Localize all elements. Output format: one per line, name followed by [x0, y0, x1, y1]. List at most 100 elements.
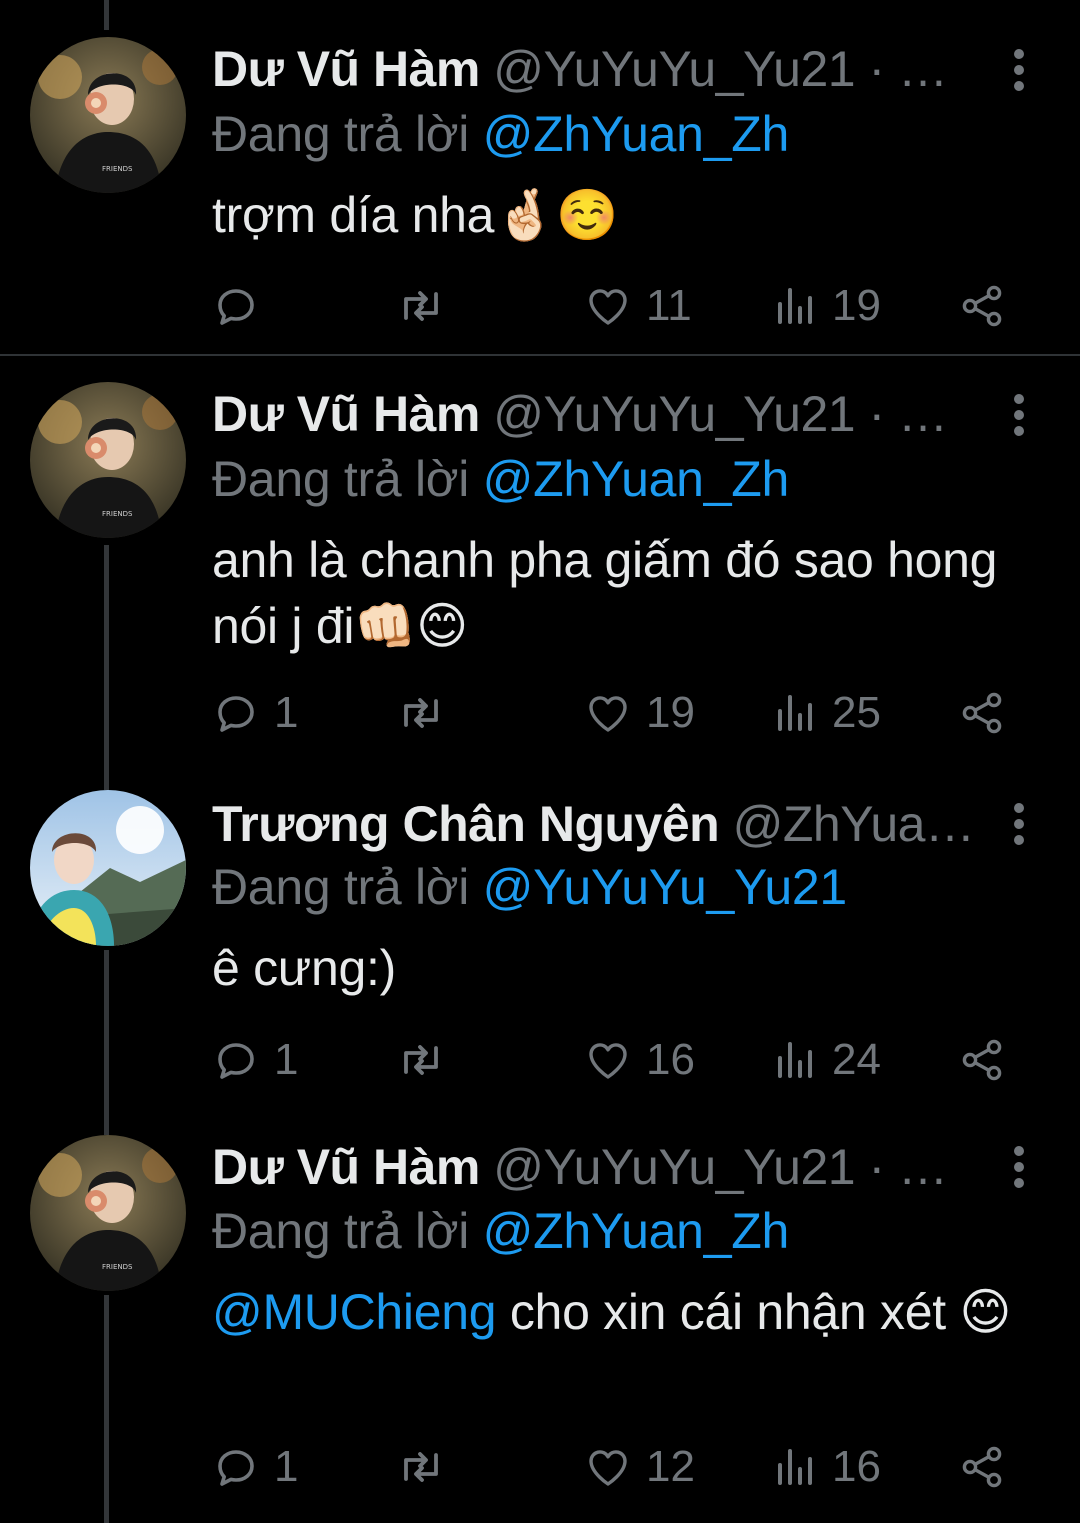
- user-handle[interactable]: @YuYuYu_Yu21 · …: [493, 41, 948, 97]
- like-button[interactable]: 19: [584, 683, 695, 743]
- action-bar: 1 12 16: [212, 1437, 1012, 1497]
- more-options-icon[interactable]: [1004, 385, 1034, 445]
- like-count: 12: [646, 1442, 695, 1491]
- views-count: 25: [832, 688, 881, 737]
- avatar[interactable]: FRIENDS: [30, 382, 186, 538]
- replying-to-label: Đang trả lời: [212, 106, 470, 162]
- heart-icon: [589, 1043, 627, 1079]
- user-handle[interactable]: @YuYuYu_Yu21 · …: [493, 1139, 948, 1195]
- display-name[interactable]: Dư Vũ Hàm: [212, 386, 480, 442]
- svg-text:FRIENDS: FRIENDS: [102, 510, 133, 518]
- views-chart-icon: [778, 1449, 812, 1485]
- reply-count: 1: [274, 1442, 299, 1491]
- replying-to-mention[interactable]: @ZhYuan_Zh: [483, 106, 790, 162]
- retweet-button[interactable]: [394, 683, 448, 743]
- action-bar: 11 19: [212, 276, 1012, 336]
- views-button[interactable]: 16: [774, 1437, 881, 1497]
- avatar[interactable]: [30, 790, 186, 946]
- share-button[interactable]: [958, 683, 1006, 743]
- avatar[interactable]: FRIENDS: [30, 1135, 186, 1291]
- action-bar: 1 19 25: [212, 683, 1012, 743]
- heart-icon: [589, 289, 627, 325]
- views-count: 16: [832, 1442, 881, 1491]
- retweet-icon: [404, 1045, 438, 1075]
- views-button[interactable]: 24: [774, 1030, 881, 1090]
- reply-icon: [218, 1450, 254, 1486]
- share-icon: [962, 692, 1002, 734]
- replying-to-mention[interactable]: @YuYuYu_Yu21: [483, 859, 847, 915]
- user-handle[interactable]: @YuYuYu_Yu21 · …: [493, 386, 948, 442]
- share-icon: [962, 1446, 1002, 1488]
- reply-icon: [218, 289, 254, 325]
- views-button[interactable]: 19: [774, 276, 881, 336]
- retweet-button[interactable]: [394, 1437, 448, 1497]
- views-button[interactable]: 25: [774, 683, 881, 743]
- retweet-icon: [404, 291, 438, 321]
- reply-count: 1: [274, 1035, 299, 1084]
- tweet-text: trợm día nha🤞🏻☺️: [212, 187, 619, 243]
- replying-to-label: Đang trả lời: [212, 451, 470, 507]
- reply-count: 1: [274, 688, 299, 737]
- avatar-boy-mountain-sky-icon: [30, 790, 186, 946]
- svg-text:FRIENDS: FRIENDS: [102, 165, 133, 173]
- avatar[interactable]: FRIENDS: [30, 37, 186, 193]
- tweet-header: Dư Vũ Hàm @YuYuYu_Yu21 · …: [212, 382, 970, 446]
- share-icon: [962, 285, 1002, 327]
- retweet-icon: [404, 1452, 438, 1482]
- replying-to: Đang trả lời @YuYuYu_Yu21: [212, 855, 847, 919]
- user-handle[interactable]: @ZhYua…: [733, 796, 970, 852]
- replying-to-mention[interactable]: @ZhYuan_Zh: [483, 1203, 790, 1259]
- body-mention[interactable]: @MUChieng: [212, 1284, 497, 1340]
- views-chart-icon: [778, 695, 812, 731]
- share-button[interactable]: [958, 1030, 1006, 1090]
- reply-button[interactable]: 1: [212, 1030, 298, 1090]
- share-button[interactable]: [958, 1437, 1006, 1497]
- heart-icon: [589, 696, 627, 732]
- tweet-header: Dư Vũ Hàm @YuYuYu_Yu21 · …: [212, 1135, 970, 1199]
- heart-icon: [589, 1450, 627, 1486]
- replying-to: Đang trả lời @ZhYuan_Zh: [212, 1199, 789, 1263]
- like-button[interactable]: 11: [584, 276, 692, 336]
- avatar-boy-black-hoodie-icon: FRIENDS: [30, 382, 186, 538]
- retweet-icon: [404, 698, 438, 728]
- more-options-icon[interactable]: [1004, 1137, 1034, 1197]
- reply-button[interactable]: 1: [212, 1437, 298, 1497]
- retweet-button[interactable]: [394, 276, 448, 336]
- reply-button[interactable]: 1: [212, 683, 298, 743]
- display-name[interactable]: Dư Vũ Hàm: [212, 1139, 480, 1195]
- tweet-header: Dư Vũ Hàm @YuYuYu_Yu21 · …: [212, 37, 970, 101]
- reply-button[interactable]: [212, 276, 274, 336]
- body-text: cho xin cái nhận xét 😊: [496, 1284, 1012, 1340]
- replying-to-label: Đang trả lời: [212, 859, 470, 915]
- retweet-button[interactable]: [394, 1030, 448, 1090]
- tweet-text: anh là chanh pha giấm đó sao hong nói j …: [212, 532, 998, 654]
- display-name[interactable]: Dư Vũ Hàm: [212, 41, 480, 97]
- tweet[interactable]: Trương Chân Nguyên @ZhYua… Đang trả lời …: [0, 780, 1080, 1125]
- share-button[interactable]: [958, 276, 1006, 336]
- like-count: 19: [646, 688, 695, 737]
- svg-text:FRIENDS: FRIENDS: [102, 1263, 133, 1271]
- avatar-boy-black-hoodie-icon: FRIENDS: [30, 37, 186, 193]
- tweet[interactable]: FRIENDS Dư Vũ Hàm @YuYuYu_Yu21 · … Đang …: [0, 355, 1080, 780]
- tweet[interactable]: FRIENDS Dư Vũ Hàm @YuYuYu_Yu21 · … Đang …: [0, 1125, 1080, 1523]
- views-count: 24: [832, 1035, 881, 1084]
- replying-to-label: Đang trả lời: [212, 1203, 470, 1259]
- share-icon: [962, 1039, 1002, 1081]
- views-count: 19: [832, 281, 881, 330]
- reply-icon: [218, 696, 254, 732]
- replying-to: Đang trả lời @ZhYuan_Zh: [212, 447, 789, 511]
- like-button[interactable]: 16: [584, 1030, 695, 1090]
- replying-to: Đang trả lời @ZhYuan_Zh: [212, 102, 789, 166]
- like-button[interactable]: 12: [584, 1437, 695, 1497]
- replying-to-mention[interactable]: @ZhYuan_Zh: [483, 451, 790, 507]
- views-chart-icon: [778, 1042, 812, 1078]
- avatar-boy-black-hoodie-icon: FRIENDS: [30, 1135, 186, 1291]
- action-bar: 1 16 24: [212, 1030, 1012, 1090]
- tweet[interactable]: FRIENDS Dư Vũ Hàm @YuYuYu_Yu21 · … Đang …: [0, 0, 1080, 355]
- tweet-text: ê cưng:): [212, 940, 396, 996]
- display-name[interactable]: Trương Chân Nguyên: [212, 796, 720, 852]
- more-options-icon[interactable]: [1004, 40, 1034, 100]
- more-options-icon[interactable]: [1004, 794, 1034, 854]
- reply-icon: [218, 1043, 254, 1079]
- views-chart-icon: [778, 288, 812, 324]
